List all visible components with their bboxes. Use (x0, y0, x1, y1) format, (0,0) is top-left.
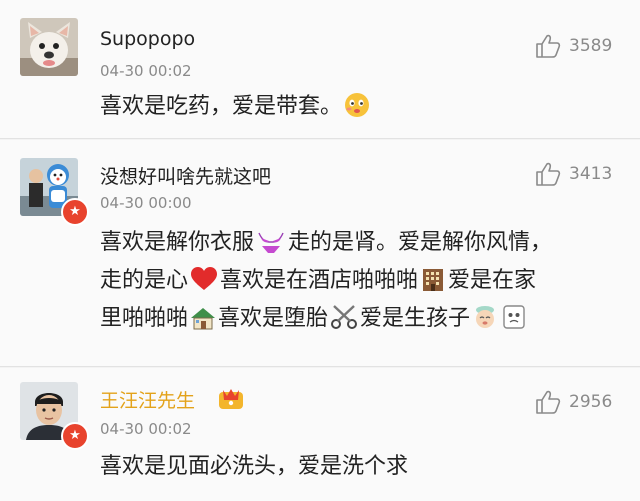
blushing-face-icon (345, 93, 370, 117)
verified-badge-icon: ★ (61, 198, 89, 226)
thumbs-up-icon (536, 34, 561, 58)
comment-text-content: 喜欢是吃药，爱是带套。 (100, 94, 343, 119)
baby-face-icon (476, 306, 495, 328)
comment-item: Supopopo 04-30 00:02 3589 喜欢是吃药，爱是带套。 (0, 0, 640, 139)
comment-text-segment: 爱是在家 (448, 268, 537, 293)
comment-item: ★ 没想好叫啥先就这吧 04-30 00:00 3413 喜欢是解你衣服 走的是… (0, 140, 640, 367)
comment-text-segment: 喜欢是堕胎 (218, 306, 329, 331)
like-button[interactable]: 2956 (535, 390, 612, 414)
ghost-face-icon (503, 305, 525, 329)
verified-badge-icon: ★ (61, 422, 89, 450)
like-count: 3589 (569, 36, 613, 56)
bikini-icon (258, 232, 284, 253)
comment-line: 喜欢是解你衣服 走的是肾。爱是解你风情， (100, 224, 620, 262)
like-count: 3413 (569, 164, 613, 184)
hotel-icon (423, 269, 444, 291)
red-heart-icon (191, 267, 218, 290)
timestamp: 04-30 00:02 (100, 62, 192, 80)
comment-item: ★ 王汪汪先生 04-30 00:02 2956 喜欢是见面必洗头，爱是洗个求 (0, 368, 640, 501)
vip-crown-icon (219, 389, 243, 409)
comment-text: 喜欢是见面必洗头，爱是洗个求 (100, 454, 409, 479)
username[interactable]: 没想好叫啥先就这吧 (100, 162, 271, 189)
comment-text-segment: 喜欢是解你衣服 (100, 230, 255, 255)
like-button[interactable]: 3589 (535, 34, 612, 58)
comment-text: 喜欢是吃药，爱是带套。 (100, 88, 620, 126)
username[interactable]: Supopopo (100, 28, 195, 50)
scissors-icon (331, 305, 358, 329)
thumbs-up-icon (536, 162, 561, 186)
timestamp: 04-30 00:00 (100, 194, 192, 212)
comment-text: 喜欢是解你衣服 走的是肾。爱是解你风情， 走的是心 喜欢是在酒店啪啪啪 爱是在家… (100, 224, 620, 338)
comment-text-segment: 喜欢是在酒店啪啪啪 (220, 268, 419, 293)
comment-text-segment: 爱是生孩子 (360, 306, 471, 331)
avatar[interactable] (20, 18, 78, 76)
comment-text-segment: 走的是心 (100, 268, 189, 293)
thumbs-up-icon (536, 390, 561, 414)
comment-text-segment: 走的是肾。爱是解你风情， (288, 230, 553, 255)
comment-text-segment: 里啪啪啪 (100, 306, 189, 331)
username[interactable]: 王汪汪先生 (100, 386, 195, 413)
bulldog-avatar-icon (20, 18, 78, 76)
like-button[interactable]: 3413 (535, 162, 612, 186)
like-count: 2956 (569, 392, 613, 412)
comment-line: 里啪啪啪 喜欢是堕胎 爱是生孩子 (100, 300, 620, 338)
timestamp: 04-30 00:02 (100, 420, 192, 438)
comment-line: 走的是心 喜欢是在酒店啪啪啪 爱是在家 (100, 262, 620, 300)
house-icon (191, 308, 216, 330)
